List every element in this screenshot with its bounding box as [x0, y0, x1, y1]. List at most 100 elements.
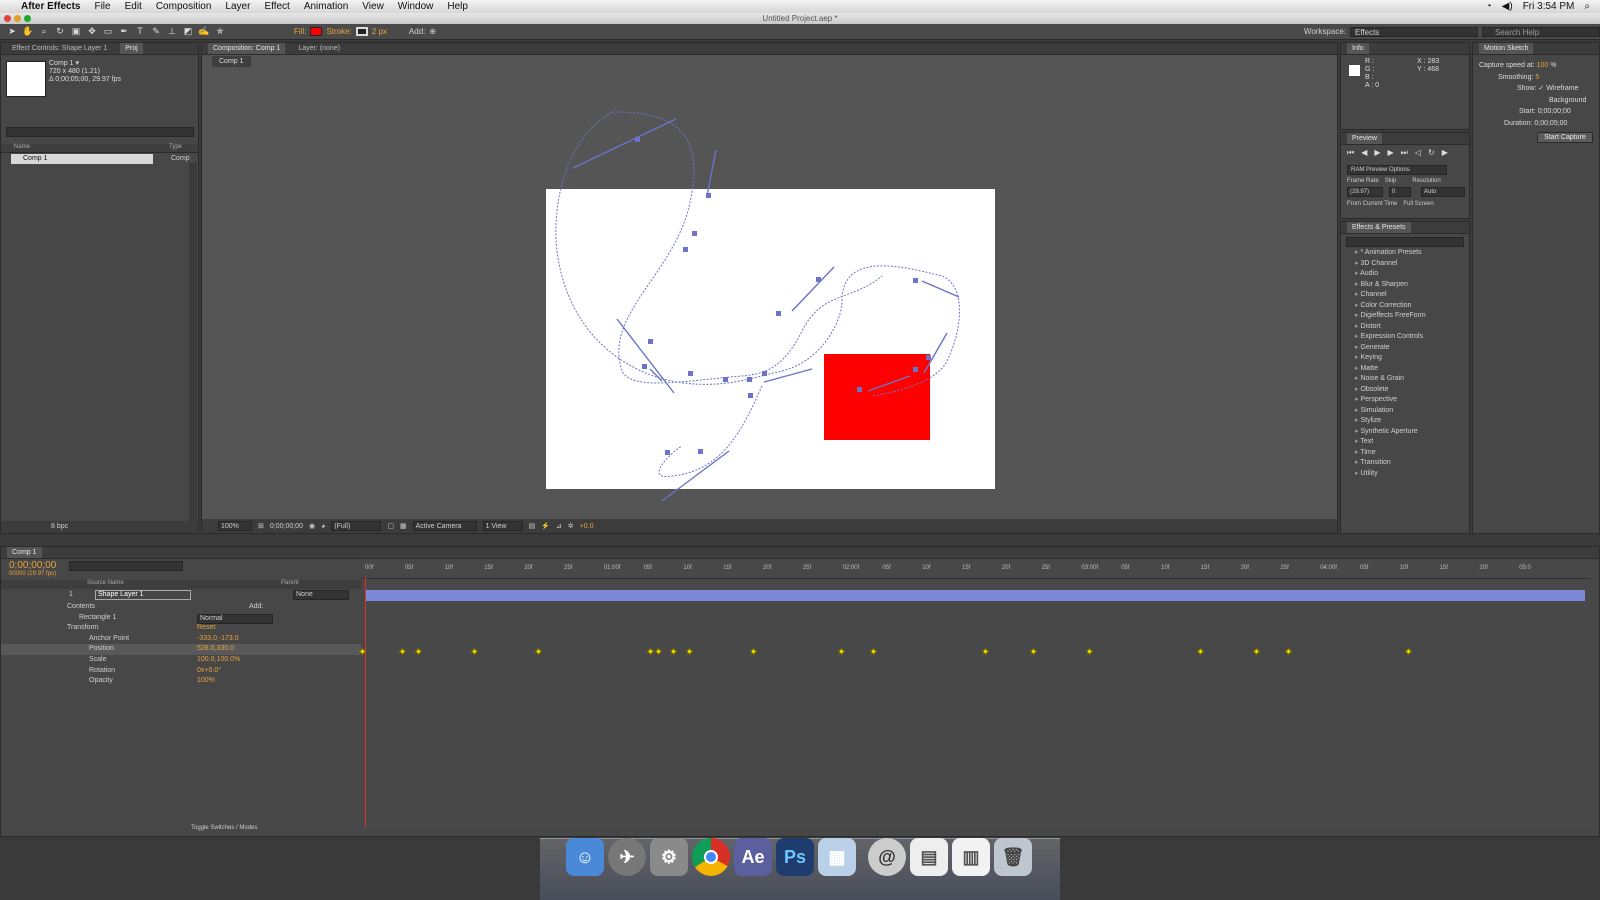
bpc-indicator[interactable]: 8 bpc: [1, 521, 198, 533]
position-keyframes-track[interactable]: [358, 647, 1591, 657]
effect-category[interactable]: Color Correction: [1341, 301, 1461, 312]
comp-timecode[interactable]: 0;00;00;00: [270, 523, 303, 530]
ram-preview-options[interactable]: RAM Preview Options: [1347, 165, 1447, 175]
exposure-value[interactable]: +0.0: [580, 523, 594, 530]
position-keyframe[interactable]: [685, 647, 694, 656]
effect-category[interactable]: Channel: [1341, 290, 1461, 301]
previous-frame-icon[interactable]: ◀: [1361, 148, 1367, 158]
puppet-tool-icon[interactable]: ✯: [214, 26, 226, 37]
wireframe-checkbox[interactable]: Wireframe: [1546, 85, 1578, 92]
time-ruler[interactable]: 00f 05f 10f 15f 20f 25f 01:00f 05f 10f 15f 20f 25f 0…: [362, 559, 1591, 579]
comp-canvas[interactable]: [546, 189, 995, 489]
position-keyframe[interactable]: [1252, 647, 1261, 656]
current-time-indicator[interactable]: [365, 577, 366, 827]
project-row-comp[interactable]: Comp 1: [11, 154, 153, 164]
blend-mode-select[interactable]: Normal: [197, 613, 273, 624]
close-window-button[interactable]: [4, 15, 11, 22]
tab-info[interactable]: Info: [1347, 43, 1369, 54]
resolution-select[interactable]: (Full): [331, 521, 382, 531]
downloads-stack-icon[interactable]: ▥: [952, 838, 990, 876]
position-keyframe[interactable]: [749, 647, 758, 656]
eraser-tool-icon[interactable]: ◩: [182, 26, 194, 37]
play-icon[interactable]: ▶: [1374, 148, 1380, 158]
project-scrollbar[interactable]: [189, 163, 197, 523]
tab-effect-controls[interactable]: Effect Controls: Shape Layer 1: [7, 43, 112, 54]
view-layout-select[interactable]: 1 View: [482, 521, 523, 531]
position-keyframe[interactable]: [869, 647, 878, 656]
wifi-icon[interactable]: ◔: [1486, 1, 1492, 12]
photoshop-icon[interactable]: Ps: [776, 838, 814, 876]
tab-preview[interactable]: Preview: [1347, 133, 1382, 144]
effect-category[interactable]: Audio: [1341, 269, 1461, 280]
stroke-color-swatch[interactable]: [355, 27, 368, 36]
menu-effect[interactable]: Effect: [257, 0, 296, 13]
transparency-grid-icon[interactable]: ▦: [400, 522, 407, 530]
chrome-icon[interactable]: [692, 838, 730, 876]
search-help-input[interactable]: Search Help: [1482, 26, 1600, 37]
zoom-window-button[interactable]: [24, 15, 31, 22]
effect-category[interactable]: Distort: [1341, 322, 1461, 333]
skip-select[interactable]: 0: [1389, 187, 1411, 197]
camera-tool-icon[interactable]: ▣: [70, 26, 82, 37]
flowchart-icon[interactable]: ⊿: [556, 522, 562, 530]
add-shape-icon[interactable]: ⊕: [429, 27, 436, 36]
tab-motion-sketch[interactable]: Motion Sketch: [1479, 43, 1534, 54]
toggle-switches-modes-button[interactable]: Toggle Switches / Modes: [191, 825, 257, 831]
position-value[interactable]: 528.0,330.0: [197, 644, 234, 655]
pen-tool-icon[interactable]: ✒: [118, 26, 130, 37]
mail-icon[interactable]: @: [868, 838, 906, 876]
toggle-pixel-aspect-icon[interactable]: ▤: [529, 522, 536, 530]
start-capture-button[interactable]: Start Capture: [1537, 132, 1593, 143]
position-keyframe[interactable]: [981, 647, 990, 656]
contents-add-label[interactable]: Add:: [249, 602, 263, 613]
contents-group[interactable]: Contents: [67, 603, 95, 610]
position-keyframe[interactable]: [470, 647, 479, 656]
after-effects-icon[interactable]: Ae: [734, 838, 772, 876]
system-preferences-icon[interactable]: ⚙: [650, 838, 688, 876]
transform-reset[interactable]: Reset: [197, 623, 215, 634]
clone-stamp-tool-icon[interactable]: ⊥: [166, 26, 178, 37]
rotation-tool-icon[interactable]: ↻: [54, 26, 66, 37]
stroke-width-value[interactable]: 2 px: [372, 27, 387, 36]
pan-behind-tool-icon[interactable]: ✥: [86, 26, 98, 37]
first-frame-icon[interactable]: ⏮: [1347, 148, 1354, 158]
effect-category[interactable]: Keying: [1341, 353, 1461, 364]
position-keyframe[interactable]: [837, 647, 846, 656]
effect-category[interactable]: Simulation: [1341, 406, 1461, 417]
rectangle-group[interactable]: Rectangle 1: [79, 614, 116, 621]
frame-rate-select[interactable]: (29.97): [1347, 187, 1383, 197]
spotlight-icon[interactable]: ⌕: [1584, 1, 1590, 12]
menubar-clock[interactable]: Fri 3:54 PM: [1523, 1, 1575, 12]
loop-icon[interactable]: ↻: [1428, 148, 1435, 158]
comp-flow-tab[interactable]: Comp 1: [212, 56, 251, 67]
tab-project[interactable]: Proj: [120, 43, 143, 54]
tab-composition[interactable]: Composition: Comp 1: [208, 43, 286, 54]
camera-select[interactable]: Active Camera: [412, 521, 477, 531]
zoom-tool-icon[interactable]: ⌕: [38, 26, 50, 37]
menu-animation[interactable]: Animation: [297, 0, 355, 13]
layer-duration-bar[interactable]: [365, 590, 1585, 601]
finder-icon[interactable]: ☺: [566, 838, 604, 876]
layer-name[interactable]: Shape Layer 1: [95, 590, 191, 600]
transform-group[interactable]: Transform: [67, 624, 99, 631]
timeline-timecode[interactable]: 0;00;00;00: [9, 560, 56, 571]
last-frame-icon[interactable]: ⏭: [1401, 148, 1408, 158]
from-current-time-checkbox[interactable]: From Current Time: [1347, 201, 1397, 207]
parent-header[interactable]: Parent: [281, 580, 299, 586]
position-keyframe[interactable]: [414, 647, 423, 656]
effects-search-input[interactable]: [1346, 237, 1464, 247]
menu-window[interactable]: Window: [391, 0, 441, 13]
effect-category[interactable]: Digieffects FreeForm: [1341, 311, 1461, 322]
position-keyframe[interactable]: [646, 647, 655, 656]
tab-layer[interactable]: Layer: (none): [293, 43, 345, 54]
position-keyframe[interactable]: [534, 647, 543, 656]
launchpad-icon[interactable]: ✈: [608, 838, 646, 876]
effect-category[interactable]: Blur & Sharpen: [1341, 280, 1461, 291]
effect-category[interactable]: Synthetic Aperture: [1341, 427, 1461, 438]
anchor-point-value[interactable]: -333.0,-173.0: [197, 634, 239, 645]
col-name-header[interactable]: Name: [14, 144, 30, 150]
position-keyframe[interactable]: [1029, 647, 1038, 656]
position-keyframe[interactable]: [654, 647, 663, 656]
next-frame-icon[interactable]: ▶: [1388, 148, 1394, 158]
resolution-select-preview[interactable]: Auto: [1421, 187, 1465, 197]
